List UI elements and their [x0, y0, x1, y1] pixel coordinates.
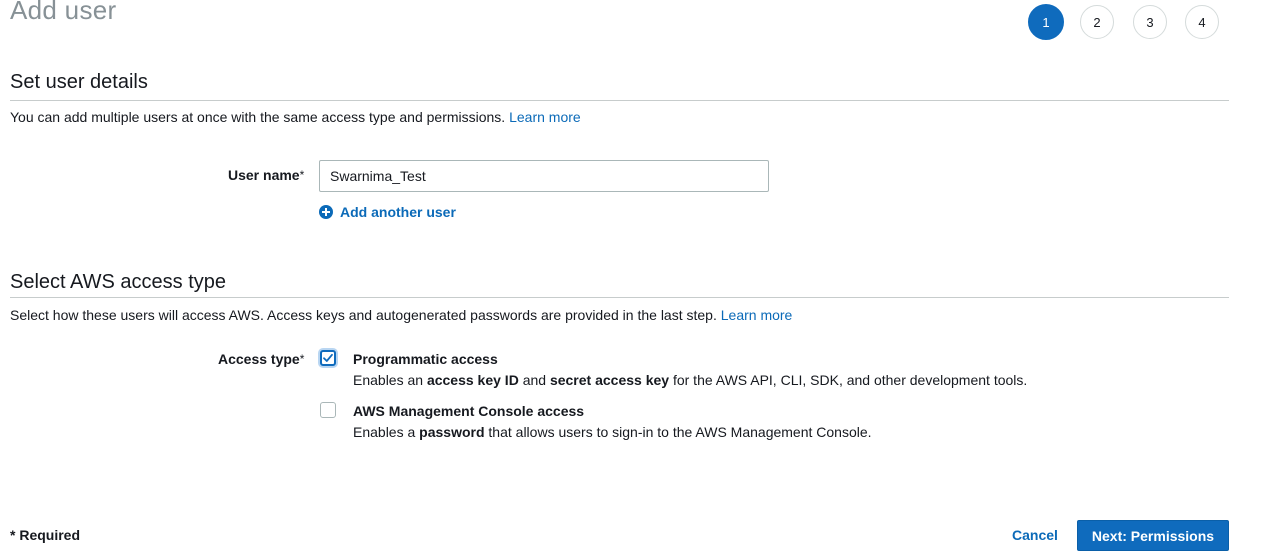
desc-bold: password: [419, 424, 485, 440]
access-type-title: Select AWS access type: [10, 271, 227, 293]
add-another-user-button[interactable]: Add another user: [319, 204, 456, 220]
step-3[interactable]: 3: [1133, 5, 1167, 39]
section-divider: [10, 297, 1229, 298]
required-note: * Required: [10, 527, 81, 543]
learn-more-link[interactable]: Learn more: [509, 109, 581, 125]
next-permissions-button[interactable]: Next: Permissions: [1077, 520, 1229, 551]
user-details-description-text: You can add multiple users at once with …: [10, 109, 506, 125]
programmatic-access-title: Programmatic access: [353, 351, 498, 367]
access-description: Select how these users will access AWS. …: [10, 306, 792, 324]
username-input[interactable]: [319, 160, 769, 192]
step-4[interactable]: 4: [1185, 5, 1219, 39]
console-access-description: Enables a password that allows users to …: [353, 423, 872, 441]
access-description-text: Select how these users will access AWS. …: [10, 307, 717, 323]
username-label-text: User name: [228, 167, 300, 183]
cancel-button[interactable]: Cancel: [1012, 527, 1058, 543]
desc-text: that allows users to sign-in to the AWS …: [484, 424, 872, 440]
programmatic-access-checkbox[interactable]: [320, 350, 336, 366]
step-2[interactable]: 2: [1080, 5, 1114, 39]
programmatic-access-description: Enables an access key ID and secret acce…: [353, 371, 1027, 389]
access-type-label: Access type*: [218, 350, 304, 368]
desc-text: Enables an: [353, 372, 427, 388]
wizard-steps: 1 2 3 4: [0, 4, 1272, 40]
add-user-page: Add user 1 2 3 4 Set user details You ca…: [0, 0, 1272, 553]
required-star: *: [299, 168, 305, 182]
add-another-user-label: Add another user: [340, 204, 456, 220]
set-user-details-title: Set user details: [10, 71, 148, 93]
learn-more-link[interactable]: Learn more: [721, 307, 793, 323]
desc-bold: access key ID: [426, 372, 519, 388]
username-label: User name*: [228, 166, 304, 184]
console-access-title: AWS Management Console access: [353, 403, 585, 419]
console-access-checkbox[interactable]: [320, 402, 336, 418]
desc-text: for the AWS API, CLI, SDK, and other dev…: [669, 372, 1028, 388]
user-details-description: You can add multiple users at once with …: [10, 108, 581, 126]
plus-circle-icon: [319, 205, 333, 219]
checkmark-icon: [323, 353, 333, 362]
desc-text: and: [518, 372, 550, 388]
step-1[interactable]: 1: [1028, 4, 1064, 40]
desc-text: Enables a: [353, 424, 420, 440]
desc-bold: secret access key: [549, 372, 670, 388]
required-star: *: [299, 352, 305, 366]
access-type-label-text: Access type: [218, 351, 300, 367]
section-divider: [10, 100, 1229, 101]
